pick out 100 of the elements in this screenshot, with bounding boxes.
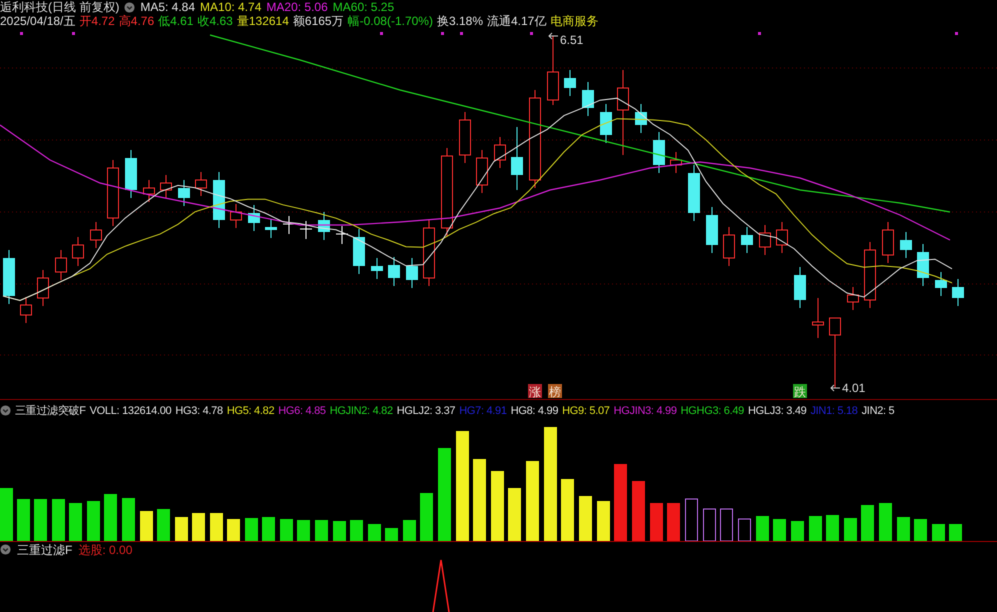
histogram-bar	[597, 501, 610, 541]
candlestick	[406, 258, 418, 288]
indicator-value: HGLJ3: 3.49	[748, 404, 806, 418]
price-extreme-label: 4.01	[842, 381, 866, 395]
candlestick	[547, 36, 559, 106]
signal-badge: 跌	[793, 384, 807, 398]
histogram-bar	[280, 519, 293, 541]
histogram-bar	[245, 518, 258, 541]
histogram-bar	[262, 517, 275, 541]
histogram-bar	[420, 493, 433, 541]
histogram-bar	[17, 499, 30, 541]
signal-badge: 涨	[528, 384, 542, 398]
histogram-bar	[809, 516, 822, 541]
histogram-bar	[104, 494, 117, 541]
collapse-icon[interactable]	[0, 405, 11, 416]
indicator-value: JIN1: 5.18	[810, 404, 858, 418]
histogram-bar	[632, 481, 645, 541]
candlestick	[723, 226, 735, 266]
candlestick	[670, 152, 682, 174]
indicator-value: HG6: 4.85	[278, 404, 326, 418]
candlestick	[265, 218, 277, 238]
histogram-bar	[227, 519, 240, 541]
indicator-title: 三重过滤F	[17, 542, 72, 556]
histogram-bar	[650, 503, 663, 541]
histogram-bar	[720, 508, 733, 542]
candlestick	[143, 180, 155, 202]
histogram-bar	[34, 499, 47, 541]
collapse-icon[interactable]	[0, 544, 11, 555]
quote-field: 低4.61	[158, 14, 194, 28]
signal-spike-line	[432, 559, 450, 612]
signal-badge: 榜	[548, 384, 562, 398]
moving-average-value: MA10: 4.74	[200, 0, 262, 14]
candlestick	[107, 160, 119, 226]
candlestick	[917, 244, 929, 286]
candlestick	[371, 258, 383, 280]
histogram-bar	[210, 513, 223, 541]
candlestick	[653, 132, 665, 174]
histogram-bar	[844, 518, 857, 541]
candlestick	[741, 226, 753, 254]
histogram-bar	[508, 488, 521, 541]
indicator-title: 三重过滤突破F	[15, 404, 86, 418]
candlestick	[494, 136, 506, 168]
candlestick	[37, 270, 49, 306]
collapse-icon[interactable]	[124, 2, 136, 12]
histogram-bar	[897, 517, 910, 541]
quote-field: 收4.63	[197, 14, 233, 28]
histogram-bar	[122, 498, 135, 541]
candlestick	[318, 212, 330, 240]
quote-field: 开4.72	[79, 14, 115, 28]
histogram-bar	[685, 498, 698, 542]
candlestick	[20, 296, 32, 324]
candlestick	[3, 250, 15, 304]
histogram-bar	[403, 520, 416, 541]
candlestick	[600, 104, 612, 144]
candlestick	[759, 224, 771, 256]
candlestick	[300, 220, 312, 240]
histogram-bar	[297, 520, 310, 541]
candlestick	[459, 112, 471, 164]
moving-average-value: MA20: 5.06	[266, 0, 328, 14]
indicator-value: HG7: 4.91	[459, 404, 507, 418]
histogram-bar	[52, 499, 65, 541]
quote-field: 额6165万	[292, 14, 344, 28]
candlestick	[688, 164, 700, 222]
histogram-bar	[333, 521, 346, 541]
candlestick	[935, 272, 947, 296]
candlestick	[423, 220, 435, 286]
candlestick	[388, 256, 400, 286]
histogram-bar	[949, 524, 962, 541]
histogram-bar	[932, 524, 945, 541]
candlestick	[160, 174, 172, 198]
histogram-bar	[87, 501, 100, 541]
histogram-bar	[350, 520, 363, 541]
indicator-value: HGJIN3: 4.99	[614, 404, 677, 418]
candlestick	[476, 150, 488, 194]
histogram-bar	[703, 508, 716, 542]
quote-field: 量132614	[236, 14, 289, 28]
indicator-value: HGLJ2: 3.37	[396, 404, 456, 418]
indicator-value: JIN2: 5	[862, 404, 894, 418]
candlestick	[195, 172, 207, 196]
moving-average-value: MA5: 4.84	[140, 0, 196, 14]
histogram-bar	[491, 471, 504, 541]
histogram-bar	[315, 520, 328, 541]
candlestick	[829, 318, 841, 388]
quote-field: 流通4.17亿	[487, 14, 546, 28]
candlestick	[282, 216, 296, 234]
histogram-bar	[192, 513, 205, 541]
candlestick	[178, 180, 190, 206]
histogram-bar	[0, 488, 13, 541]
pointer-arrow	[830, 384, 840, 392]
histogram-bar	[914, 519, 927, 541]
indicator-value: 选股: 0.00	[78, 542, 132, 556]
histogram-bar	[667, 503, 680, 541]
candlestick	[564, 70, 576, 96]
moving-average-value: MA60: 5.25	[332, 0, 394, 14]
histogram-bar	[561, 479, 574, 541]
candlestick	[213, 172, 225, 228]
indicator-value: HG8: 4.99	[510, 404, 558, 418]
histogram-bar	[738, 518, 751, 542]
stock-title: 逅利科技(日线 前复权)	[0, 0, 120, 14]
indicator-value: HGJIN2: 4.82	[330, 404, 393, 418]
